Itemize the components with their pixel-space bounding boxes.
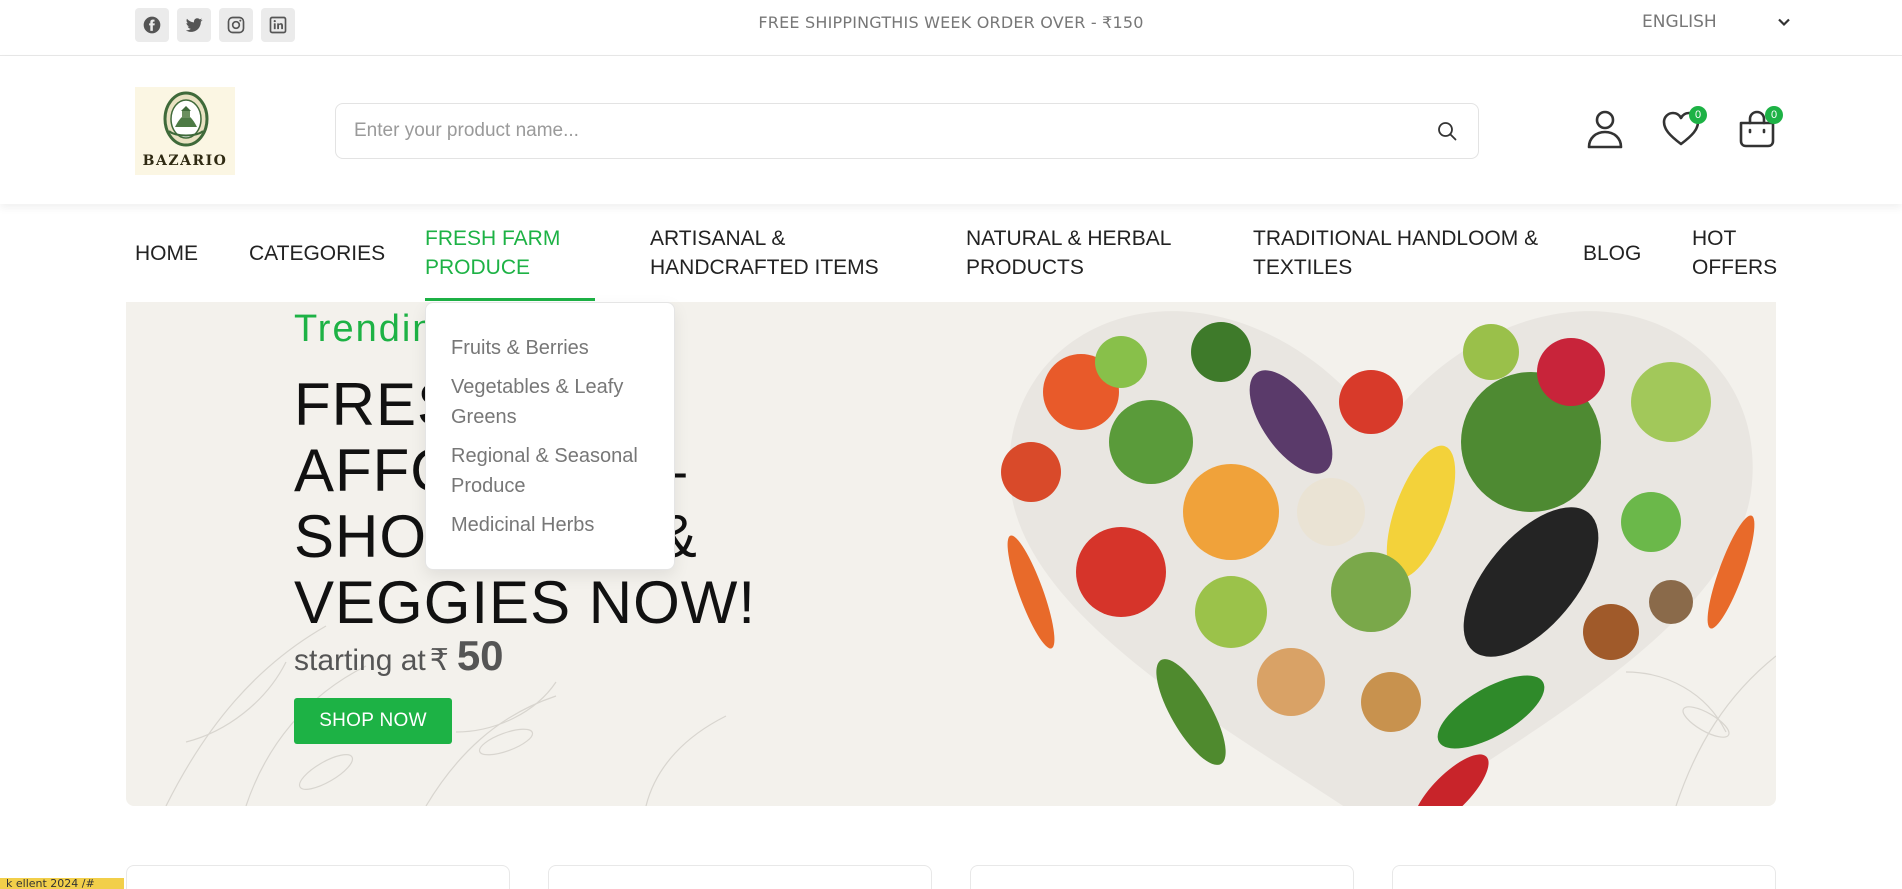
main-header: BAZARIO 0 0 (0, 56, 1902, 204)
nav-item-artisanal-handcrafted[interactable]: ARTISANAL & HANDCRAFTED ITEMS (650, 224, 879, 282)
user-icon (1587, 110, 1623, 149)
vegetables-heart-image (1001, 311, 1755, 806)
search-icon[interactable] (1436, 120, 1458, 142)
cookie-notice-bar[interactable]: k ellent 2024 /# (0, 878, 124, 889)
nav-item-label: PRODUCTS (966, 256, 1084, 279)
dropdown-item-label: Greens (451, 406, 517, 428)
nav-item-label: CATEGORIES (249, 242, 386, 265)
main-nav: HOME CATEGORIES FRESH FARM PRODUCE ARTIS… (0, 204, 1902, 302)
shop-now-button[interactable]: SHOP NOW (294, 698, 452, 744)
language-label: ENGLISH (1642, 12, 1717, 32)
active-nav-indicator (425, 298, 595, 301)
nav-item-label: HOT (1692, 227, 1737, 250)
header-actions: 0 0 (1585, 106, 1783, 152)
price-amount: 50 (456, 632, 504, 679)
account-button[interactable] (1585, 108, 1625, 152)
top-bar: FREE SHIPPINGTHIS WEEK ORDER OVER - ₹150… (0, 0, 1902, 56)
nav-item-label: ARTISANAL & (650, 227, 786, 250)
nav-item-label: NATURAL & HERBAL (966, 227, 1172, 250)
wishlist-button[interactable]: 0 (1661, 106, 1707, 152)
nav-item-label: HOME (135, 242, 198, 265)
promo-text: FREE SHIPPINGTHIS WEEK ORDER OVER - ₹150 (758, 13, 1144, 32)
dropdown-item-label: Regional & Seasonal (451, 445, 638, 467)
dropdown-item-vegetables-leafy-greens[interactable]: Vegetables & Leafy Greens (451, 372, 661, 432)
search-input[interactable] (354, 104, 1404, 158)
search-bar (335, 103, 1479, 159)
product-card[interactable] (1392, 865, 1776, 889)
dropdown-item-label: Produce (451, 475, 526, 497)
nav-item-categories[interactable]: CATEGORIES (249, 239, 385, 268)
dropdown-item-regional-seasonal-produce[interactable]: Regional & Seasonal Produce (451, 441, 661, 501)
product-card[interactable] (126, 865, 510, 889)
nav-item-blog[interactable]: BLOG (1583, 239, 1641, 268)
cart-count-badge: 0 (1765, 106, 1783, 124)
hero-kicker: Trendin (294, 308, 436, 350)
nav-item-label: HANDCRAFTED ITEMS (650, 256, 879, 279)
product-card[interactable] (548, 865, 932, 889)
dropdown-item-label: Medicinal Herbs (451, 514, 595, 536)
nav-item-traditional-handloom[interactable]: TRADITIONAL HANDLOOM & TEXTILES (1253, 224, 1538, 282)
site-logo[interactable]: BAZARIO (135, 87, 235, 175)
price-prefix: starting at (294, 644, 426, 677)
nav-item-fresh-farm-produce[interactable]: FRESH FARM PRODUCE (425, 224, 560, 282)
nav-item-label: PRODUCE (425, 256, 531, 279)
nav-item-label: FRESH FARM (425, 227, 561, 250)
wishlist-count-badge: 0 (1689, 106, 1707, 124)
brand-name: BAZARIO (142, 153, 228, 169)
logo-emblem-icon (163, 91, 209, 147)
fresh-farm-produce-dropdown: Fruits & Berries Vegetables & Leafy Gree… (425, 302, 675, 570)
hero-banner: Trendin FRES AFFO – SHO & VEGGIES NOW! s… (126, 302, 1776, 806)
language-selector[interactable]: ENGLISH (1642, 12, 1791, 32)
dropdown-item-label: Fruits & Berries (451, 337, 589, 359)
nav-item-label: TEXTILES (1253, 256, 1353, 279)
dropdown-item-medicinal-herbs[interactable]: Medicinal Herbs (451, 510, 661, 540)
nav-item-natural-herbal[interactable]: NATURAL & HERBAL PRODUCTS (966, 224, 1171, 282)
currency-symbol: ₹ (429, 644, 449, 677)
dropdown-item-fruits-berries[interactable]: Fruits & Berries (451, 333, 661, 363)
nav-item-hot-offers[interactable]: HOT OFFERS (1692, 224, 1777, 282)
headline-line: VEGGIES NOW! (294, 569, 757, 636)
dropdown-item-label: Vegetables & Leafy (451, 376, 624, 398)
nav-item-label: TRADITIONAL HANDLOOM & (1253, 227, 1539, 250)
nav-item-label: OFFERS (1692, 256, 1778, 279)
product-card[interactable] (970, 865, 1354, 889)
nav-item-label: BLOG (1583, 242, 1642, 265)
cart-button[interactable]: 0 (1737, 106, 1783, 152)
chevron-down-icon (1777, 18, 1790, 27)
nav-item-home[interactable]: HOME (135, 239, 198, 268)
hero-price: starting at ₹50 (294, 632, 504, 680)
